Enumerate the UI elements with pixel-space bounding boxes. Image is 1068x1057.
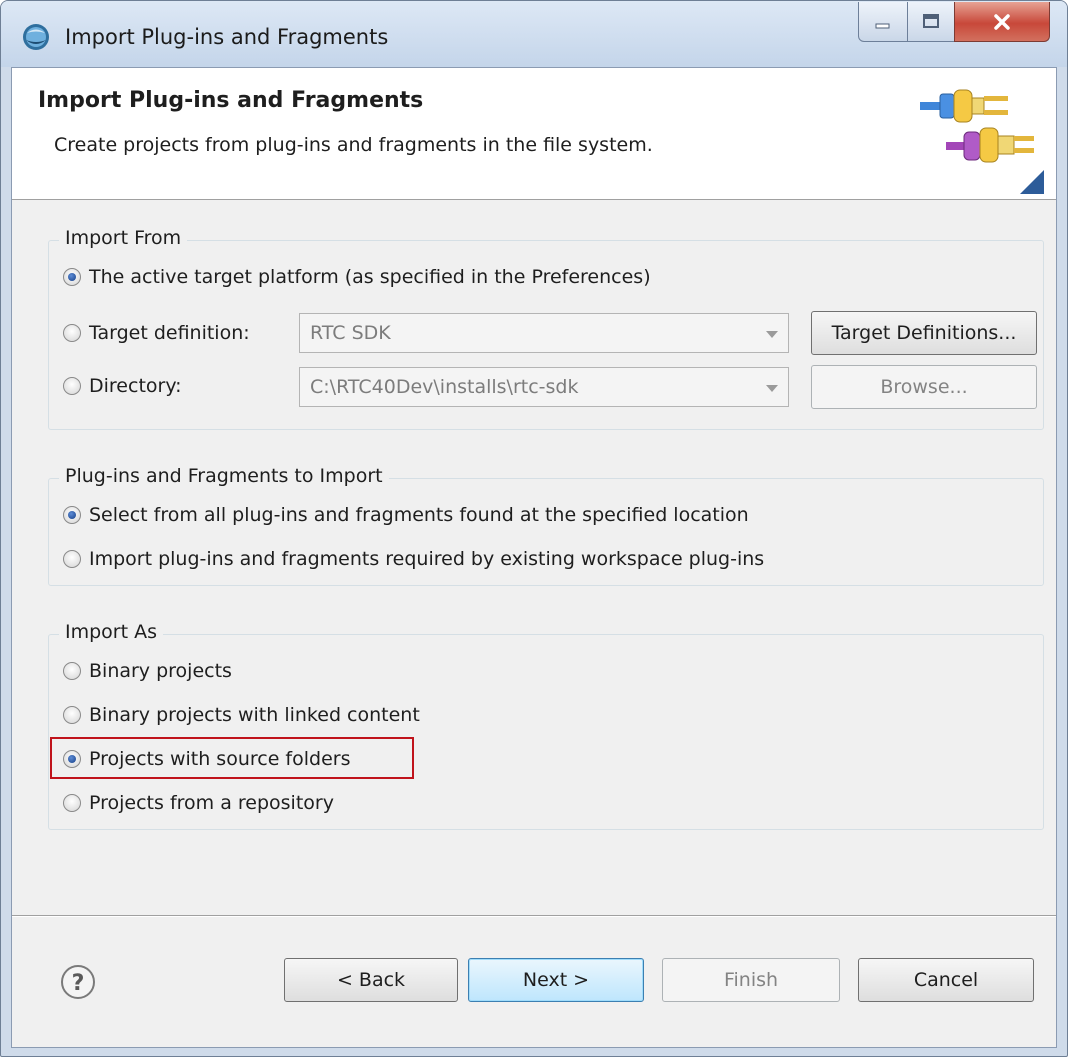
maximize-icon (923, 13, 939, 28)
directory-combo[interactable]: C:\RTC40Dev\installs\rtc-sdk (299, 367, 789, 407)
browse-button[interactable]: Browse... (811, 365, 1037, 409)
next-button-label: Next > (522, 969, 590, 991)
radio-label: Binary projects with linked content (89, 704, 420, 726)
directory-value: C:\RTC40Dev\installs\rtc-sdk (310, 376, 579, 398)
maximize-button[interactable] (907, 2, 955, 42)
radio-button[interactable] (63, 550, 81, 568)
back-button[interactable]: < Back (284, 958, 458, 1002)
highlight-annotation (50, 737, 414, 779)
import-as-group: Import As Binary projects Binary project… (48, 621, 1044, 830)
radio-import-required[interactable]: Import plug-ins and fragments required b… (63, 545, 764, 573)
radio-label: The active target platform (as specified… (89, 266, 651, 288)
radio-directory[interactable]: Directory: (63, 372, 182, 400)
button-bar-separator (12, 915, 1056, 917)
radio-projects-repository[interactable]: Projects from a repository (63, 789, 334, 817)
help-icon[interactable]: ? (60, 964, 96, 1000)
cancel-button-label: Cancel (913, 969, 979, 991)
finish-button-label: Finish (723, 969, 779, 991)
radio-button[interactable] (63, 324, 81, 342)
banner-description: Create projects from plug-ins and fragme… (54, 134, 653, 156)
close-button[interactable] (954, 2, 1050, 42)
radio-button[interactable] (63, 794, 81, 812)
import-as-label: Import As (59, 621, 163, 643)
target-definitions-button[interactable]: Target Definitions... (811, 311, 1037, 355)
title-bar: Import Plug-ins and Fragments (1, 1, 1067, 67)
radio-label: Binary projects (89, 660, 232, 682)
finish-button[interactable]: Finish (662, 958, 840, 1002)
minimize-button[interactable] (858, 2, 908, 42)
wizard-banner: Import Plug-ins and Fragments Create pro… (12, 68, 1056, 200)
radio-button-checked[interactable] (63, 506, 81, 524)
radio-binary-linked-content[interactable]: Binary projects with linked content (63, 701, 420, 729)
back-button-label: < Back (336, 969, 406, 991)
chevron-down-icon[interactable] (766, 331, 778, 338)
radio-active-target-platform[interactable]: The active target platform (as specified… (63, 263, 651, 291)
plugin-connector-icon (920, 89, 1044, 194)
eclipse-app-icon (23, 24, 49, 50)
radio-button[interactable] (63, 706, 81, 724)
radio-binary-projects[interactable]: Binary projects (63, 657, 232, 685)
window-title: Import Plug-ins and Fragments (65, 25, 389, 49)
cancel-button[interactable]: Cancel (858, 958, 1034, 1002)
import-from-label: Import From (59, 227, 188, 249)
plugins-to-import-label: Plug-ins and Fragments to Import (59, 465, 389, 487)
radio-label: Import plug-ins and fragments required b… (89, 548, 765, 570)
banner-title: Import Plug-ins and Fragments (38, 88, 424, 113)
radio-label: Target definition: (89, 322, 250, 344)
close-icon (994, 13, 1010, 30)
import-from-group: Import From The active target platform (… (48, 227, 1044, 430)
dialog-client-area: Import Plug-ins and Fragments Create pro… (11, 67, 1057, 1048)
next-button[interactable]: Next > (468, 958, 644, 1002)
radio-button[interactable] (63, 377, 81, 395)
radio-button[interactable] (63, 662, 81, 680)
chevron-down-icon[interactable] (766, 385, 778, 392)
plugins-to-import-group: Plug-ins and Fragments to Import Select … (48, 465, 1044, 586)
target-definition-value: RTC SDK (310, 322, 391, 344)
radio-target-definition[interactable]: Target definition: (63, 319, 250, 347)
target-definitions-button-label: Target Definitions... (831, 322, 1017, 344)
target-definition-combo[interactable]: RTC SDK (299, 313, 789, 353)
radio-button-checked[interactable] (63, 268, 81, 286)
minimize-icon (875, 23, 890, 28)
radio-select-all-found[interactable]: Select from all plug-ins and fragments f… (63, 501, 749, 529)
svg-text:?: ? (72, 971, 85, 996)
dialog-window: Import Plug-ins and Fragments Import Plu… (0, 0, 1068, 1057)
browse-button-label: Browse... (880, 376, 968, 398)
radio-label: Projects from a repository (89, 792, 334, 814)
radio-label: Select from all plug-ins and fragments f… (89, 504, 749, 526)
radio-label: Directory: (89, 375, 182, 397)
